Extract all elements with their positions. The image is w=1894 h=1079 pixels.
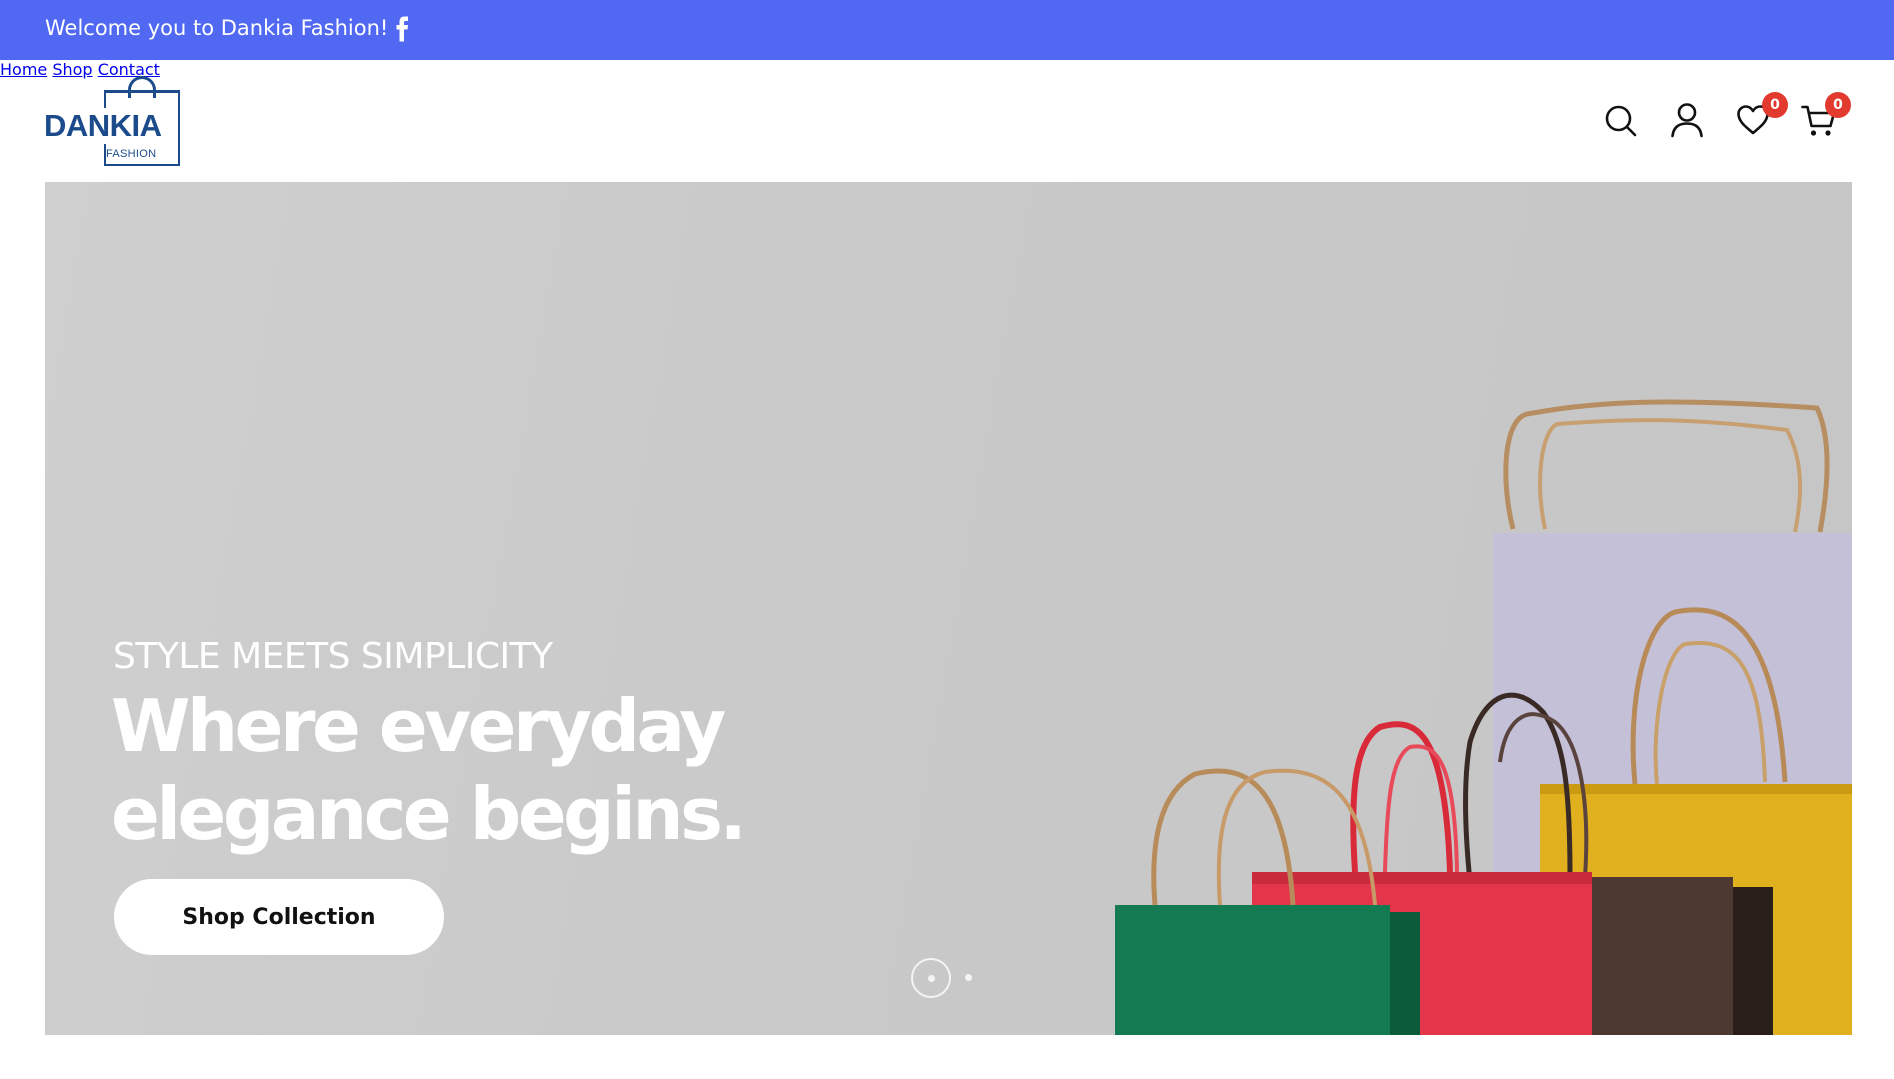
welcome-text: Welcome you to Dankia Fashion!	[45, 16, 389, 40]
shop-collection-button[interactable]: Shop Collection	[114, 879, 444, 955]
hero-headline-line2: elegance begins.	[111, 772, 747, 856]
user-icon[interactable]	[1670, 102, 1704, 138]
wishlist-count-badge: 0	[1762, 92, 1788, 118]
hero-headline: Where everyday elegance begins.	[111, 682, 811, 858]
facebook-icon[interactable]	[392, 16, 412, 42]
search-icon[interactable]	[1604, 104, 1638, 138]
hero-slider: STYLE MEETS SIMPLICITY Where everyday el…	[45, 182, 1852, 1035]
hero-headline-line1: Where everyday	[111, 684, 726, 768]
logo-wordmark: DANKIA	[44, 108, 164, 144]
hero-eyebrow: STYLE MEETS SIMPLICITY	[113, 636, 553, 677]
cart-count-badge: 0	[1825, 92, 1851, 118]
slider-dot[interactable]	[965, 974, 972, 981]
logo-subtitle: FASHION	[106, 148, 157, 160]
nav-home[interactable]: Home	[0, 60, 47, 79]
main-nav: Home Shop Contact	[0, 60, 1894, 79]
site-header: DANKIA FASHION Home Shop Contact 0 0	[0, 60, 1894, 182]
brand-logo[interactable]: DANKIA FASHION	[44, 74, 184, 170]
slider-pagination	[911, 958, 1001, 998]
announcement-bar: Welcome you to Dankia Fashion!	[0, 0, 1894, 60]
slider-dot-active[interactable]	[911, 958, 951, 998]
